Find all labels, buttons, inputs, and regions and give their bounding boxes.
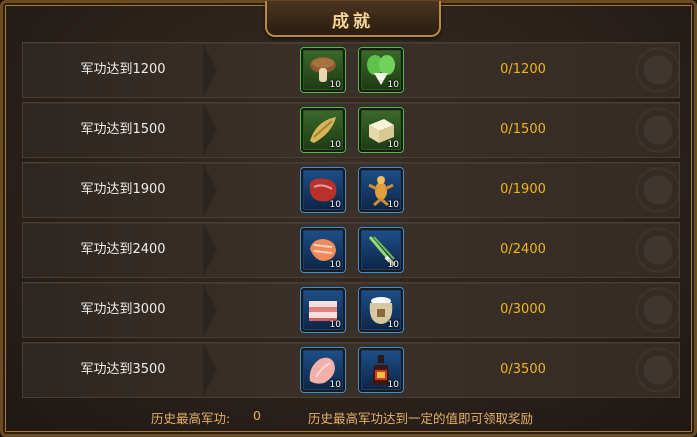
reward-quantity: 10 — [387, 140, 399, 150]
achievement-row: 军功达到3500 10 10 0/3500 — [22, 342, 680, 398]
achievement-progress: 0/1200 — [500, 62, 546, 77]
achievement-condition: 军功达到1500 — [80, 122, 166, 137]
achievement-row: 军功达到3000 10 10 0/3000 — [22, 282, 680, 338]
reward-quantity: 10 — [387, 380, 399, 390]
reward-quantity: 10 — [329, 380, 341, 390]
row-ornament — [609, 223, 679, 277]
row-divider — [203, 163, 217, 217]
reward-tip: 历史最高军功达到一定的值即可领取奖励 — [308, 411, 534, 426]
history-high-value: 0 — [253, 408, 261, 423]
achievement-condition: 军功达到2400 — [80, 242, 166, 257]
achievement-row: 军功达到2400 10 10 0/2400 — [22, 222, 680, 278]
row-divider — [203, 103, 217, 157]
achievement-row: 军功达到1500 10 10 0/1500 — [22, 102, 680, 158]
achievement-panel: 成就 军功达到1200 10 10 0/1200 军功达到1500 10 10 … — [0, 0, 697, 437]
reward-quantity: 10 — [329, 320, 341, 330]
reward-slot[interactable]: 10 — [301, 288, 345, 332]
reward-quantity: 10 — [387, 260, 399, 270]
row-divider — [203, 223, 217, 277]
reward-quantity: 10 — [329, 200, 341, 210]
row-ornament — [609, 103, 679, 157]
row-ornament — [609, 283, 679, 337]
achievement-list: 军功达到1200 10 10 0/1200 军功达到1500 10 10 0/1… — [22, 42, 680, 402]
achievement-progress: 0/1900 — [500, 182, 546, 197]
reward-quantity: 10 — [329, 260, 341, 270]
row-divider — [203, 343, 217, 397]
reward-slot[interactable]: 10 — [359, 108, 403, 152]
reward-quantity: 10 — [329, 140, 341, 150]
reward-slot[interactable]: 10 — [359, 48, 403, 92]
reward-slot[interactable]: 10 — [301, 348, 345, 392]
reward-quantity: 10 — [329, 80, 341, 90]
row-ornament — [609, 343, 679, 397]
row-divider — [203, 43, 217, 97]
achievement-condition: 军功达到3500 — [80, 362, 166, 377]
achievement-progress: 0/3500 — [500, 362, 546, 377]
reward-slot[interactable]: 10 — [301, 168, 345, 212]
reward-slot[interactable]: 10 — [359, 348, 403, 392]
achievement-progress: 0/2400 — [500, 242, 546, 257]
row-ornament — [609, 163, 679, 217]
history-high-label: 历史最高军功: — [151, 411, 231, 426]
reward-quantity: 10 — [387, 80, 399, 90]
reward-slot[interactable]: 10 — [359, 228, 403, 272]
achievement-row: 军功达到1900 10 10 0/1900 — [22, 162, 680, 218]
row-ornament — [609, 43, 679, 97]
footer: 历史最高军功: 0 历史最高军功达到一定的值即可领取奖励 — [3, 408, 697, 428]
achievement-condition: 军功达到3000 — [80, 302, 166, 317]
reward-slot[interactable]: 10 — [359, 288, 403, 332]
reward-slot[interactable]: 10 — [301, 108, 345, 152]
reward-slot[interactable]: 10 — [301, 48, 345, 92]
row-divider — [203, 283, 217, 337]
achievement-row: 军功达到1200 10 10 0/1200 — [22, 42, 680, 98]
panel-title: 成就 — [332, 12, 374, 32]
title-plate: 成就 — [265, 1, 441, 37]
reward-quantity: 10 — [387, 200, 399, 210]
reward-slot[interactable]: 10 — [359, 168, 403, 212]
achievement-condition: 军功达到1900 — [80, 182, 166, 197]
achievement-condition: 军功达到1200 — [80, 62, 166, 77]
achievement-progress: 0/3000 — [500, 302, 546, 317]
achievement-progress: 0/1500 — [500, 122, 546, 137]
reward-quantity: 10 — [387, 320, 399, 330]
reward-slot[interactable]: 10 — [301, 228, 345, 272]
